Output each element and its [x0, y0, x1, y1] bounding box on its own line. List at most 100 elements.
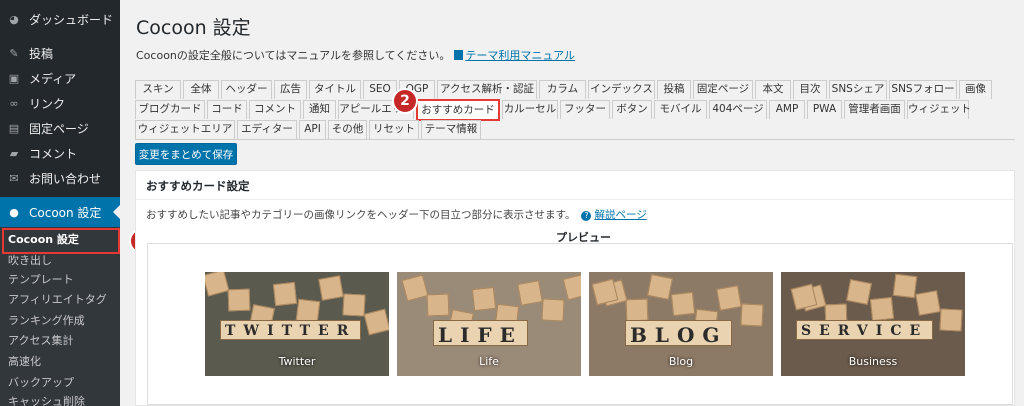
tab-row3-3[interactable]: その他	[328, 120, 367, 139]
sidebar-item-media[interactable]: ▣ メディア	[0, 66, 120, 91]
sidebar-item-dashboard[interactable]: ◕ ダッシュボード	[0, 7, 120, 32]
tab-row1-12[interactable]: 本文	[755, 80, 791, 99]
sidebar-item-cocoon-settings[interactable]: ● Cocoon 設定	[0, 197, 120, 227]
recommended-card[interactable]: TWITTER Twitter	[205, 272, 389, 376]
recommended-card-panel: おすすめカード設定 おすすめしたい記事やカテゴリーの画像リンクをヘッダー下の目立…	[135, 170, 1015, 406]
cocoon-icon: ●	[9, 205, 19, 219]
recommended-card[interactable]: BLOG Blog	[589, 272, 773, 376]
tab-row1-0[interactable]: スキン	[135, 80, 181, 99]
tab-row3-4[interactable]: リセット	[369, 120, 419, 139]
wood-block	[227, 288, 251, 312]
tab-row1-14[interactable]: SNSシェア	[829, 80, 887, 99]
tab-row3-1[interactable]: エディター	[237, 120, 297, 139]
tab-row2-9[interactable]: モバイル	[654, 100, 707, 119]
save-all-button[interactable]: 変更をまとめて保存	[135, 143, 237, 165]
media-icon: ▣	[8, 72, 20, 85]
tab-row1-16[interactable]: 画像	[959, 80, 992, 99]
wood-block	[272, 281, 298, 307]
panel-description: おすすめしたい記事やカテゴリーの画像リンクをヘッダー下の目立つ部分に表示させます…	[146, 207, 647, 222]
tabs-baseline	[135, 139, 1015, 140]
tab-row1-10[interactable]: 投稿	[657, 80, 691, 99]
tab-row2-8[interactable]: ボタン	[612, 100, 652, 119]
sidebar-item-pages[interactable]: ▤ 固定ページ	[0, 116, 120, 141]
tab-row1-1[interactable]: 全体	[183, 80, 219, 99]
page-description: Cocoonの設定全般についてはマニュアルを参照してください。 テーマ利用マニュア…	[136, 47, 575, 63]
tab-row2-13[interactable]: 管理者画面	[844, 100, 905, 119]
sidebar-item-contact[interactable]: ✉ お問い合わせ	[0, 166, 120, 191]
tab-row2-11[interactable]: AMP	[769, 100, 805, 119]
tab-row2-2[interactable]: コメント	[249, 100, 301, 119]
wood-block	[625, 298, 649, 322]
tab-row1-15[interactable]: SNSフォロー	[889, 80, 957, 99]
sidebar-item-label: メディア	[29, 72, 77, 86]
card-word: TWITTER	[220, 320, 362, 340]
recommended-card[interactable]: LIFE Life	[397, 272, 581, 376]
wood-block	[846, 279, 872, 305]
sidebar-item-comments[interactable]: ▰ コメント	[0, 141, 120, 166]
comment-icon: ▰	[9, 147, 19, 160]
tab-row1-7[interactable]: アクセス解析・認証	[437, 80, 537, 99]
wood-block	[670, 291, 696, 317]
panel-title: おすすめカード設定	[146, 179, 250, 193]
card-caption: Business	[848, 355, 898, 368]
wood-block	[647, 274, 673, 300]
wood-block	[517, 280, 543, 306]
sidebar-item-posts[interactable]: ✎ 投稿	[0, 41, 120, 66]
submenu-affiliate-tag[interactable]: アフィリエイトタグ	[8, 291, 107, 309]
sidebar-item-label: お問い合わせ	[29, 172, 102, 186]
description-text: Cocoonの設定全般についてはマニュアルを参照してください。	[136, 49, 451, 62]
submenu-template[interactable]: テンプレート	[8, 271, 74, 289]
tab-row1-2[interactable]: ヘッダー	[221, 80, 272, 99]
panel-description-text: おすすめしたい記事やカテゴリーの画像リンクをヘッダー下の目立つ部分に表示させます…	[146, 209, 576, 221]
tab-row2-12[interactable]: PWA	[807, 100, 842, 119]
link-icon: ∞	[9, 97, 19, 110]
submenu-ranking[interactable]: ランキング作成	[8, 312, 85, 330]
tab-row2-6[interactable]: カルーセル	[502, 100, 558, 119]
tab-row2-5[interactable]: おすすめカード	[416, 99, 500, 121]
tab-row2-1[interactable]: コード	[207, 100, 247, 119]
dashboard-icon: ◕	[9, 13, 19, 26]
tab-row2-0[interactable]: ブログカード	[135, 100, 205, 119]
sidebar-item-label: ダッシュボード	[29, 13, 114, 27]
tab-row2-3[interactable]: 通知	[303, 100, 336, 119]
tab-row1-4[interactable]: タイトル	[309, 80, 361, 99]
card-word: BLOG	[625, 320, 733, 347]
tab-row2-14[interactable]: ウィジェット	[907, 100, 971, 119]
wood-block	[401, 274, 429, 302]
submenu-balloon[interactable]: 吹き出し	[8, 252, 52, 270]
tab-row3-5[interactable]: テーマ情報	[421, 120, 481, 139]
sidebar-item-links[interactable]: ∞ リンク	[0, 91, 120, 116]
divider	[136, 199, 1014, 200]
tab-row1-11[interactable]: 固定ページ	[693, 80, 753, 99]
step-badge-2: 2	[392, 88, 418, 114]
sidebar-item-label: リンク	[29, 97, 66, 111]
submenu-access[interactable]: アクセス集計	[8, 332, 73, 350]
tab-row2-10[interactable]: 404ページ	[709, 100, 767, 119]
submenu-speedup[interactable]: 高速化	[8, 353, 41, 371]
manual-link[interactable]: テーマ利用マニュアル	[465, 49, 575, 62]
wood-block	[716, 285, 742, 311]
submenu-cache-clear[interactable]: キャッシュ削除	[8, 393, 85, 406]
wood-block	[562, 273, 581, 301]
wood-block	[471, 286, 497, 312]
pin-icon: ✎	[9, 47, 19, 60]
help-link[interactable]: 解説ページ	[594, 209, 646, 221]
wood-block	[939, 308, 963, 332]
tab-row3-2[interactable]: API	[299, 120, 326, 139]
recommended-card[interactable]: SERVICE Business	[781, 272, 965, 376]
preview-area: TWITTER Twitter LIFE Life BLOG Blog SERVICE Bus…	[147, 243, 1013, 405]
tab-row1-9[interactable]: インデックス	[588, 80, 655, 99]
tab-row1-3[interactable]: 広告	[274, 80, 307, 99]
tab-row1-8[interactable]: カラム	[539, 80, 586, 99]
card-word: SERVICE	[796, 320, 934, 340]
card-caption: Life	[479, 355, 499, 368]
card-word: LIFE	[433, 320, 528, 347]
tab-row3-0[interactable]: ウィジェットエリア	[135, 120, 235, 139]
wood-block	[342, 293, 366, 317]
tab-row2-7[interactable]: フッター	[560, 100, 610, 119]
wood-block	[205, 272, 230, 297]
wood-block	[318, 275, 344, 301]
card-caption: Twitter	[278, 355, 316, 368]
submenu-backup[interactable]: バックアップ	[8, 374, 74, 392]
tab-row1-13[interactable]: 目次	[793, 80, 827, 99]
